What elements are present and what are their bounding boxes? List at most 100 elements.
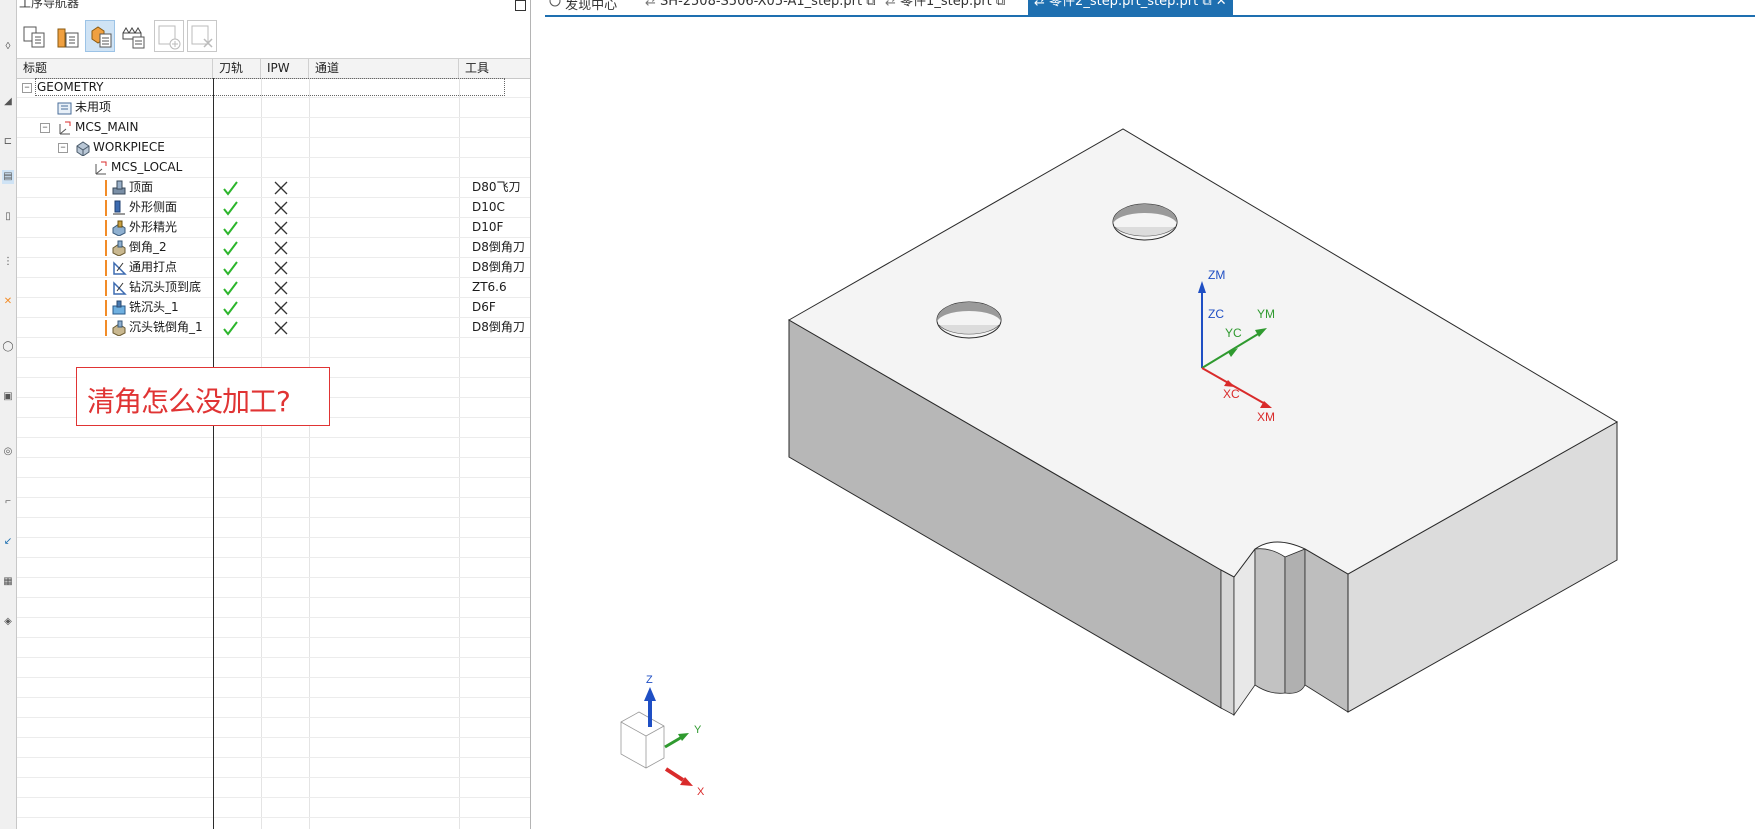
navigator-title: 工序导航器 [19, 0, 80, 10]
ipw-none-icon [274, 181, 288, 195]
tree-item-label: WORKPIECE [93, 140, 165, 154]
triad-y-label: Y [694, 724, 702, 736]
geometry-view-button[interactable] [85, 20, 115, 52]
status-bar [105, 240, 107, 256]
resource-bar: ◊ ◢ ⊏ ▤ ▯ ⋮ ✕ ◯ ▣ ◎ ⌐ ↙ ▦ ◈ [0, 0, 17, 829]
notch-face-right [1304, 548, 1349, 713]
annotation-note: 清角怎么没加工? [76, 367, 330, 426]
tool-name: D10F [472, 220, 504, 234]
tree-row[interactable]: 沉头铣倒角_1 D8倒角刀 [17, 318, 530, 338]
resource-icon-active[interactable]: ▤ [2, 170, 14, 184]
popout-icon[interactable]: ⧉ [1202, 0, 1211, 9]
tab-label: 零件2_step.prt_step.prt [1049, 0, 1199, 9]
tree-row[interactable]: 钻沉头顶到底 ZT6.6 [17, 278, 530, 298]
column-tool[interactable]: 工具 [459, 59, 530, 78]
empty-row [17, 658, 530, 678]
empty-row [17, 538, 530, 558]
collapse-toggle[interactable]: − [58, 143, 68, 153]
resource-icon[interactable]: ◊ [2, 40, 14, 54]
notch-fillet [1254, 548, 1286, 694]
tree-row[interactable]: 外形精光 D10F [17, 218, 530, 238]
empty-row [17, 578, 530, 598]
resource-icon[interactable]: ✕ [2, 295, 14, 309]
empty-row [17, 738, 530, 758]
navigator-toolbar [19, 20, 529, 54]
notch-face-front [1233, 547, 1256, 717]
tree-row[interactable]: 未用项 [17, 98, 530, 118]
empty-row [17, 558, 530, 578]
empty-row [17, 338, 530, 358]
resource-icon[interactable]: ◈ [2, 615, 14, 629]
mcs-icon [95, 161, 107, 175]
tab-file-2[interactable]: ⇄ 零件1_step.prt ⧉ [885, 0, 1005, 15]
empty-row [17, 678, 530, 698]
tree-item-label: 铣沉头_1 [129, 300, 179, 314]
graphics-viewport[interactable]: ZM ZC YC YM XC XM Z Y X [545, 17, 1755, 829]
tool-name: D80飞刀 [472, 180, 521, 194]
delete-icon [191, 25, 213, 48]
tree-row[interactable]: − WORKPIECE [17, 138, 530, 158]
resource-icon[interactable]: ◎ [2, 445, 14, 459]
status-bar [105, 200, 107, 216]
view-triad[interactable]: Z Y X [620, 674, 705, 798]
toolpath-ok-icon [223, 321, 238, 336]
tab-discovery-center[interactable]: 发现中心 [549, 0, 617, 15]
collapse-toggle[interactable]: − [22, 83, 32, 93]
collapse-toggle[interactable]: − [40, 123, 50, 133]
resource-icon[interactable]: ◢ [2, 95, 14, 109]
unused-folder-icon [57, 102, 72, 115]
tree-item-label: 通用打点 [129, 260, 178, 274]
tree-row[interactable]: 倒角_2 D8倒角刀 [17, 238, 530, 258]
tab-file-1[interactable]: ⇄ SH-2508-S506-X05-A1_step.prt ⧉ [645, 0, 876, 15]
method-view-button[interactable] [118, 20, 148, 52]
tree-item-label: 倒角_2 [129, 240, 167, 254]
close-icon[interactable]: ✕ [1216, 0, 1227, 9]
resource-icon[interactable]: ↙ [2, 535, 14, 549]
ipw-none-icon [274, 281, 288, 295]
create-object-button[interactable] [154, 20, 184, 52]
empty-row [17, 458, 530, 478]
tree-row[interactable]: MCS_LOCAL [17, 158, 530, 178]
resource-icon[interactable]: ⊏ [2, 135, 14, 149]
column-ipw[interactable]: IPW [261, 59, 309, 78]
tree-row[interactable]: 通用打点 D8倒角刀 [17, 258, 530, 278]
toolpath-ok-icon [223, 301, 238, 316]
column-toolpath[interactable]: 刀轨 [213, 59, 261, 78]
toolpath-ok-icon [223, 281, 238, 296]
geometry-icon [91, 26, 112, 48]
resource-icon[interactable]: ▯ [2, 210, 14, 224]
tree-row[interactable]: 顶面 D80飞刀 [17, 178, 530, 198]
empty-row [17, 818, 530, 829]
resource-icon[interactable]: ⋮ [2, 255, 14, 269]
tree-item-label: 外形精光 [129, 220, 178, 234]
resource-icon[interactable]: ▣ [2, 390, 14, 404]
hole-upper [1112, 203, 1178, 241]
tree-row[interactable]: − GEOMETRY [17, 78, 530, 98]
empty-row [17, 758, 530, 778]
maximize-icon[interactable] [515, 0, 526, 11]
tab-label: 零件1_step.prt [900, 0, 992, 9]
tree-item-label: GEOMETRY [37, 80, 104, 94]
popout-icon[interactable]: ⧉ [996, 0, 1005, 9]
method-icon [122, 27, 145, 49]
resource-icon[interactable]: ⌐ [2, 495, 14, 509]
popout-icon[interactable]: ⧉ [866, 0, 875, 9]
tree-row[interactable]: 外形侧面 D10C [17, 198, 530, 218]
tree-item-label: MCS_MAIN [75, 120, 139, 134]
delete-object-button[interactable] [187, 20, 217, 52]
column-channel[interactable]: 通道 [309, 59, 459, 78]
tree-row[interactable]: − MCS_MAIN [17, 118, 530, 138]
resource-icon[interactable]: ◯ [2, 340, 14, 354]
column-header: 标题 刀轨 IPW 通道 工具 [17, 58, 530, 79]
notch-face-back [1284, 548, 1306, 694]
tab-file-3-active[interactable]: ⇄ 零件2_step.prt_step.prt ⧉ ✕ [1028, 0, 1233, 15]
sync-icon: ⇄ [645, 0, 656, 9]
tree-item-label: 未用项 [75, 100, 112, 114]
column-title[interactable]: 标题 [17, 59, 213, 78]
tree-row[interactable]: 铣沉头_1 D6F [17, 298, 530, 318]
resource-icon[interactable]: ▦ [2, 575, 14, 589]
ipw-none-icon [274, 201, 288, 215]
status-bar [105, 180, 107, 196]
machine-tool-view-button[interactable] [52, 20, 82, 52]
program-order-view-button[interactable] [19, 20, 49, 52]
